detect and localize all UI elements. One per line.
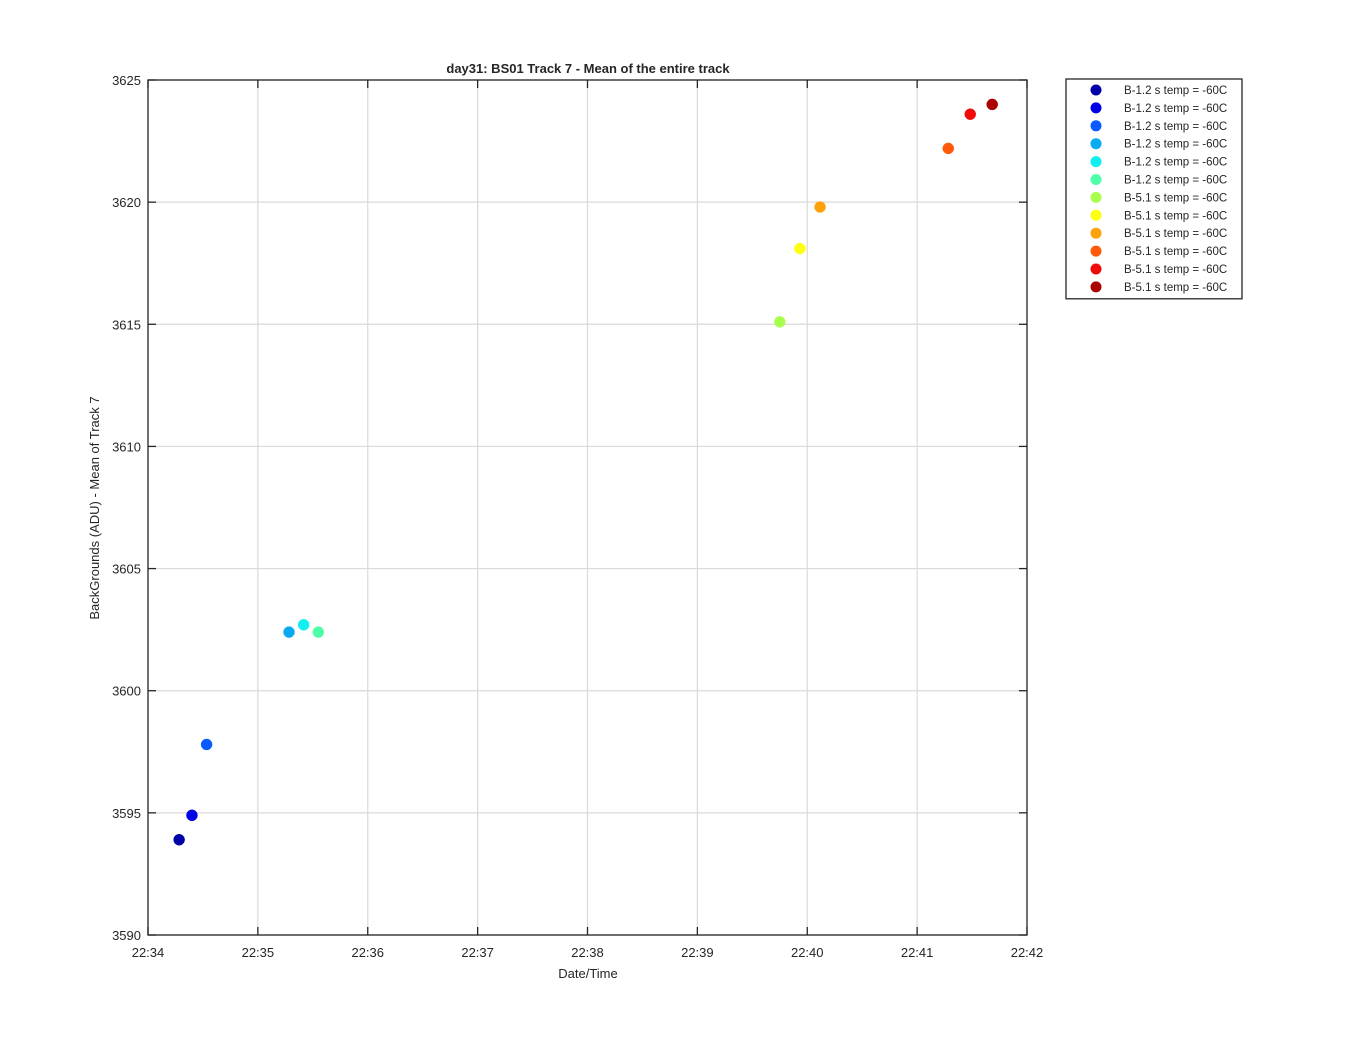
legend-label: B-1.2 s temp = -60C xyxy=(1124,85,1227,97)
legend-marker xyxy=(1090,84,1102,96)
legend-marker xyxy=(1090,138,1102,150)
y-tick-label: 3595 xyxy=(112,806,141,821)
x-tick-label: 22:39 xyxy=(681,945,714,960)
data-point xyxy=(986,98,998,111)
legend-label: B-5.1 s temp = -60C xyxy=(1124,264,1227,276)
data-point xyxy=(283,626,295,638)
legend-label: B-1.2 s temp = -60C xyxy=(1124,157,1227,169)
x-tick-label: 22:36 xyxy=(351,945,384,960)
data-point xyxy=(964,108,976,120)
data-point xyxy=(200,738,213,751)
data-point xyxy=(814,201,826,213)
legend-marker xyxy=(1090,120,1102,132)
legend-marker xyxy=(1090,281,1102,293)
legend-label: B-1.2 s temp = -60C xyxy=(1124,103,1227,115)
y-tick-label: 3605 xyxy=(112,562,141,577)
data-point xyxy=(173,833,185,846)
data-point xyxy=(297,619,310,631)
grid xyxy=(147,79,1028,936)
legend-marker xyxy=(1090,263,1102,275)
data-point xyxy=(942,142,955,155)
data-point xyxy=(186,809,198,822)
legend-label: B-1.2 s temp = -60C xyxy=(1124,121,1227,133)
figure: 22:34 22:35 22:36 22:37 22:38 22:39 22:40 22:41… xyxy=(0,0,1350,1050)
legend-marker xyxy=(1090,227,1102,239)
y-tick-label: 3610 xyxy=(112,439,141,454)
legend-label: B-5.1 s temp = -60C xyxy=(1124,282,1227,294)
legend: B-1.2 s temp = -60C B-1.2 s temp = -60C B-… xyxy=(1065,78,1243,300)
legend-marker xyxy=(1090,156,1102,168)
legend-label: B-5.1 s temp = -60C xyxy=(1124,228,1227,240)
data-point xyxy=(774,316,786,328)
legend-marker xyxy=(1090,209,1102,221)
tick-labels: 22:34 22:35 22:36 22:37 22:38 22:39 22:40 22:41… xyxy=(112,73,1043,960)
scatter-chart: 22:34 22:35 22:36 22:37 22:38 22:39 22:40 22:41… xyxy=(87,61,1243,981)
legend-label: B-1.2 s temp = -60C xyxy=(1124,175,1227,187)
x-tick-label: 22:34 xyxy=(132,945,165,960)
y-tick-label: 3600 xyxy=(112,684,141,699)
x-tick-label: 22:40 xyxy=(791,945,824,960)
data-point xyxy=(794,242,806,255)
y-tick-label: 3590 xyxy=(112,928,141,943)
y-tick-label: 3620 xyxy=(112,195,141,210)
y-tick-label: 3625 xyxy=(112,73,141,88)
x-tick-label: 22:41 xyxy=(901,945,934,960)
data-points xyxy=(173,98,998,846)
x-axis-label: Date/Time xyxy=(558,966,617,981)
x-tick-label: 22:42 xyxy=(1011,945,1044,960)
data-point xyxy=(312,626,325,638)
y-axis-label: BackGrounds (ADU) - Mean of Track 7 xyxy=(87,396,102,619)
legend-marker xyxy=(1090,102,1102,114)
x-tick-label: 22:35 xyxy=(242,945,275,960)
chart-title: day31: BS01 Track 7 - Mean of the entire… xyxy=(446,61,730,76)
legend-marker xyxy=(1090,245,1102,257)
legend-label: B-5.1 s temp = -60C xyxy=(1124,246,1227,258)
legend-marker xyxy=(1090,174,1102,185)
legend-marker xyxy=(1090,191,1102,203)
x-tick-label: 22:37 xyxy=(461,945,494,960)
legend-label: B-1.2 s temp = -60C xyxy=(1124,139,1227,151)
legend-label: B-5.1 s temp = -60C xyxy=(1124,192,1227,204)
x-tick-label: 22:38 xyxy=(571,945,604,960)
legend-label: B-5.1 s temp = -60C xyxy=(1124,210,1227,222)
y-tick-label: 3615 xyxy=(112,317,141,332)
